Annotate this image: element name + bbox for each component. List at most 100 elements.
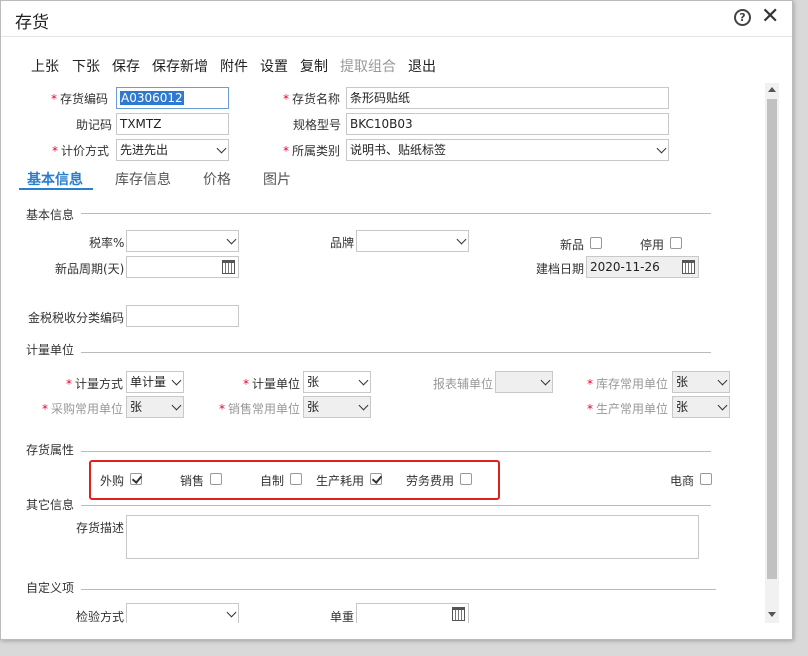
tab-basic[interactable]: 基本信息 — [27, 169, 83, 189]
extract-combo-button[interactable]: 提取组合 — [340, 56, 396, 76]
disabled-checkbox[interactable] — [670, 237, 682, 249]
name-input[interactable]: 条形码贴纸 — [346, 87, 669, 109]
production-unit-label: * 生产常用单位 — [587, 402, 669, 416]
sales-unit-select[interactable]: 张 — [303, 396, 371, 418]
new-label: 新品 — [560, 238, 585, 252]
section-basic: 基本信息 — [26, 208, 75, 222]
tab-price[interactable]: 价格 — [203, 169, 231, 189]
purchase-unit-label: * 采购常用单位 — [42, 402, 124, 416]
chevron-down-icon — [226, 234, 237, 245]
chevron-down-icon — [540, 375, 551, 386]
method-label: * 计量方式 — [66, 377, 124, 391]
next-button[interactable]: 下张 — [72, 56, 100, 76]
calendar-icon[interactable] — [222, 260, 235, 274]
save-button[interactable]: 保存 — [112, 56, 140, 76]
stock-unit-select[interactable]: 张 — [672, 371, 730, 393]
tax-code-label: 金税税收分类编码 — [28, 311, 125, 325]
code-label: * 存货编码 — [51, 92, 109, 106]
tab-stock[interactable]: 库存信息 — [115, 169, 171, 189]
method-value: 单计量 — [130, 375, 167, 389]
chevron-down-icon — [216, 143, 227, 154]
chevron-down-icon — [358, 375, 369, 386]
created-label: 建档日期 — [536, 262, 585, 276]
exit-button[interactable]: 退出 — [408, 56, 436, 76]
scroll-down-icon[interactable] — [768, 612, 776, 617]
tax-code-input[interactable] — [126, 305, 239, 327]
calculator-icon[interactable] — [452, 607, 465, 621]
divider — [81, 589, 716, 590]
section-units: 计量单位 — [26, 343, 75, 357]
weight-input[interactable] — [356, 603, 469, 623]
close-icon[interactable]: ✕ — [761, 4, 779, 29]
section-custom: 自定义项 — [26, 581, 75, 595]
section-other: 其它信息 — [26, 498, 75, 512]
dialog-title: 存货 — [15, 13, 49, 33]
prev-button[interactable]: 上张 — [31, 56, 59, 76]
spec-label: 规格型号 — [293, 118, 342, 132]
new-period-input[interactable] — [126, 256, 239, 278]
tax-select[interactable] — [126, 230, 239, 252]
chevron-down-icon — [171, 400, 182, 411]
divider — [81, 505, 711, 506]
chevron-down-icon — [717, 375, 728, 386]
created-date-input[interactable]: 2020-11-26 — [586, 256, 699, 278]
desc-textarea[interactable] — [126, 515, 699, 559]
settings-button[interactable]: 设置 — [260, 56, 288, 76]
new-checkbox[interactable] — [590, 237, 602, 249]
tab-image[interactable]: 图片 — [263, 169, 291, 189]
stock-unit-value: 张 — [676, 375, 689, 389]
unit-value: 张 — [307, 375, 320, 389]
brand-label: 品牌 — [330, 236, 355, 250]
active-tab-indicator — [19, 188, 93, 190]
pricing-value: 先进先出 — [120, 143, 169, 157]
desc-label: 存货描述 — [76, 521, 125, 535]
inspect-label: 检验方式 — [76, 610, 125, 623]
mnemonic-label: 助记码 — [76, 118, 113, 132]
category-value: 说明书、贴纸标签 — [350, 143, 447, 157]
weight-label: 单重 — [330, 610, 355, 623]
report-unit-select[interactable] — [495, 371, 553, 393]
sales-unit-label: * 销售常用单位 — [219, 402, 301, 416]
spec-input[interactable]: BKC10B03 — [346, 113, 669, 135]
unit-select[interactable]: 张 — [303, 371, 371, 393]
report-unit-label: 报表辅单位 — [433, 377, 494, 391]
method-select[interactable]: 单计量 — [126, 371, 184, 393]
production-unit-select[interactable]: 张 — [672, 396, 730, 418]
category-label: * 所属类别 — [283, 144, 341, 158]
calendar-icon[interactable] — [682, 260, 695, 274]
attachment-button[interactable]: 附件 — [220, 56, 248, 76]
divider — [81, 352, 711, 353]
name-label: * 存货名称 — [283, 92, 341, 106]
inspect-select[interactable] — [126, 603, 239, 623]
chevron-down-icon — [171, 375, 182, 386]
title-bar: 存货 ? ✕ — [1, 1, 792, 37]
pricing-label: * 计价方式 — [52, 144, 110, 158]
production-unit-value: 张 — [676, 400, 689, 414]
copy-button[interactable]: 复制 — [300, 56, 328, 76]
brand-select[interactable] — [356, 230, 469, 252]
attributes-highlight-box — [89, 460, 500, 500]
pricing-select[interactable]: 先进先出 — [116, 139, 229, 161]
inventory-dialog: 存货 ? ✕ 上张 下张 保存 保存新增 附件 设置 复制 提取组合 退出 * 存… — [0, 0, 793, 640]
code-input[interactable]: A0306012 — [116, 87, 229, 109]
scrollbar-thumb[interactable] — [767, 99, 777, 579]
vertical-scrollbar[interactable] — [765, 83, 779, 623]
chevron-down-icon — [656, 143, 667, 154]
divider — [81, 213, 711, 214]
chevron-down-icon — [717, 400, 728, 411]
section-attributes: 存货属性 — [26, 443, 75, 457]
chevron-down-icon — [456, 234, 467, 245]
sales-unit-value: 张 — [307, 400, 320, 414]
mnemonic-input[interactable]: TXMTZ — [116, 113, 229, 135]
attr-ecommerce-checkbox[interactable] — [700, 473, 712, 485]
save-new-button[interactable]: 保存新增 — [152, 56, 208, 76]
chevron-down-icon — [358, 400, 369, 411]
disabled-label: 停用 — [640, 238, 665, 252]
new-period-label: 新品周期(天) — [55, 262, 125, 276]
stock-unit-label: * 库存常用单位 — [587, 377, 669, 391]
scroll-up-icon[interactable] — [768, 87, 776, 92]
category-select[interactable]: 说明书、贴纸标签 — [346, 139, 669, 161]
help-icon[interactable]: ? — [734, 9, 751, 26]
divider — [81, 451, 711, 452]
purchase-unit-select[interactable]: 张 — [126, 396, 184, 418]
